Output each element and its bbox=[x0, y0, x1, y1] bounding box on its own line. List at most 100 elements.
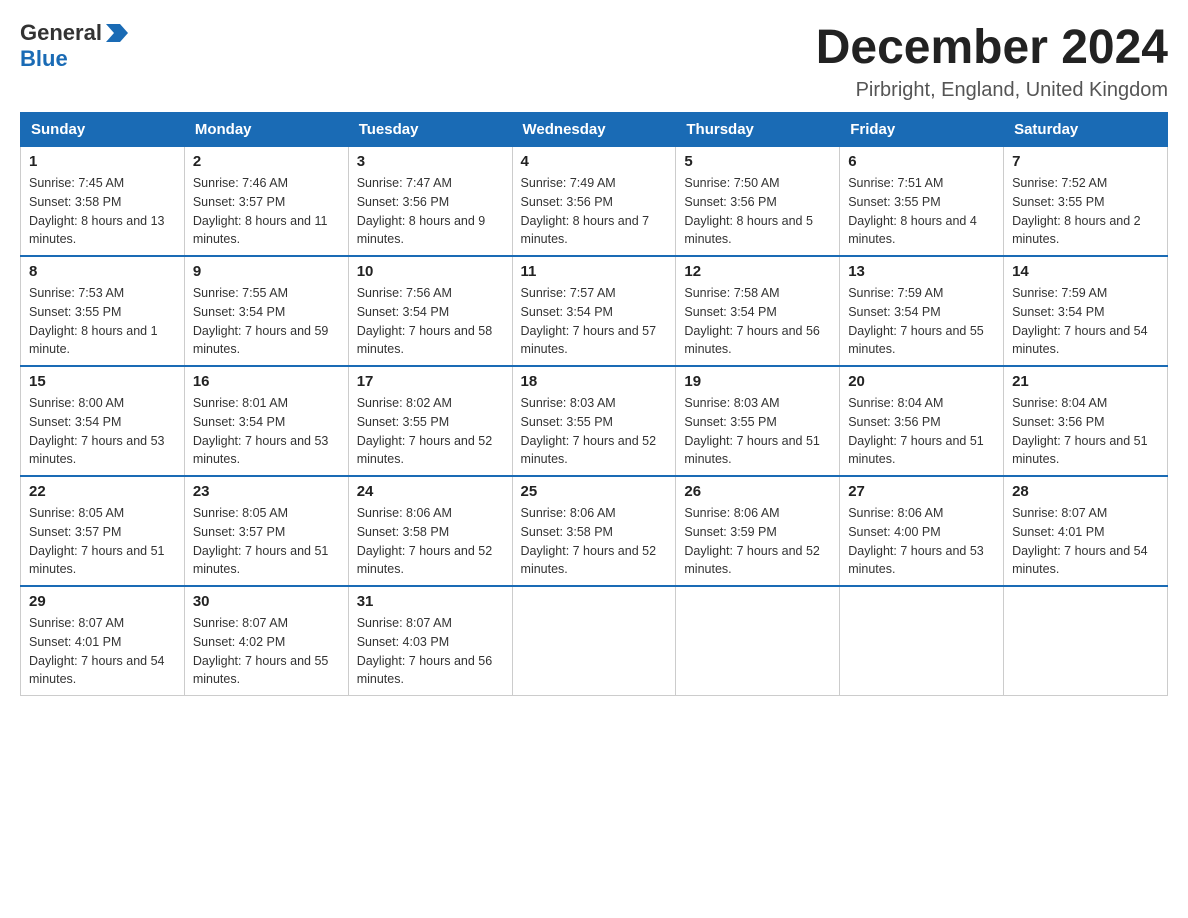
calendar-week-2: 8 Sunrise: 7:53 AMSunset: 3:55 PMDaylight… bbox=[21, 256, 1168, 366]
day-info: Sunrise: 8:06 AMSunset: 3:59 PMDaylight:… bbox=[684, 504, 831, 579]
calendar-cell: 4 Sunrise: 7:49 AMSunset: 3:56 PMDaylight… bbox=[512, 147, 676, 257]
calendar-cell: 28Sunrise: 8:07 AMSunset: 4:01 PMDayligh… bbox=[1004, 476, 1168, 586]
calendar-week-1: 1Sunrise: 7:45 AMSunset: 3:58 PMDaylight… bbox=[21, 147, 1168, 257]
day-info: Sunrise: 8:03 AMSunset: 3:55 PMDaylight:… bbox=[521, 394, 668, 469]
day-info: Sunrise: 7:45 AMSunset: 3:58 PMDaylight:… bbox=[29, 174, 176, 249]
day-number: 23 bbox=[193, 483, 340, 500]
day-number: 20 bbox=[848, 373, 995, 390]
day-number: 26 bbox=[684, 483, 831, 500]
calendar-cell bbox=[676, 586, 840, 696]
calendar-cell: 30 Sunrise: 8:07 AMSunset: 4:02 PMDayligh… bbox=[184, 586, 348, 696]
day-info: Sunrise: 8:05 AMSunset: 3:57 PMDaylight:… bbox=[29, 504, 176, 579]
day-info: Sunrise: 8:05 AMSunset: 3:57 PMDaylight:… bbox=[193, 504, 340, 579]
day-number: 22 bbox=[29, 483, 176, 500]
calendar-cell: 13Sunrise: 7:59 AMSunset: 3:54 PMDayligh… bbox=[840, 256, 1004, 366]
calendar-cell: 27 Sunrise: 8:06 AMSunset: 4:00 PMDayligh… bbox=[840, 476, 1004, 586]
calendar-cell: 10Sunrise: 7:56 AMSunset: 3:54 PMDayligh… bbox=[348, 256, 512, 366]
location: Pirbright, England, United Kingdom bbox=[816, 79, 1168, 102]
calendar-cell: 5 Sunrise: 7:50 AMSunset: 3:56 PMDaylight… bbox=[676, 147, 840, 257]
calendar-cell: 20 Sunrise: 8:04 AMSunset: 3:56 PMDayligh… bbox=[840, 366, 1004, 476]
header-thursday: Thursday bbox=[676, 113, 840, 147]
day-number: 16 bbox=[193, 373, 340, 390]
day-number: 13 bbox=[848, 263, 995, 280]
day-number: 18 bbox=[521, 373, 668, 390]
day-info: Sunrise: 8:06 AMSunset: 4:00 PMDaylight:… bbox=[848, 504, 995, 579]
day-number: 21 bbox=[1012, 373, 1159, 390]
day-info: Sunrise: 8:07 AMSunset: 4:03 PMDaylight:… bbox=[357, 614, 504, 689]
day-number: 17 bbox=[357, 373, 504, 390]
day-number: 25 bbox=[521, 483, 668, 500]
day-info: Sunrise: 8:07 AMSunset: 4:01 PMDaylight:… bbox=[1012, 504, 1159, 579]
day-info: Sunrise: 8:02 AMSunset: 3:55 PMDaylight:… bbox=[357, 394, 504, 469]
day-number: 6 bbox=[848, 153, 995, 170]
day-number: 4 bbox=[521, 153, 668, 170]
calendar-cell: 2Sunrise: 7:46 AMSunset: 3:57 PMDaylight… bbox=[184, 147, 348, 257]
calendar-cell bbox=[512, 586, 676, 696]
calendar-cell: 7Sunrise: 7:52 AMSunset: 3:55 PMDaylight… bbox=[1004, 147, 1168, 257]
day-info: Sunrise: 7:55 AMSunset: 3:54 PMDaylight:… bbox=[193, 284, 340, 359]
calendar-cell bbox=[1004, 586, 1168, 696]
logo-general-text: General bbox=[20, 20, 102, 46]
day-number: 24 bbox=[357, 483, 504, 500]
day-number: 3 bbox=[357, 153, 504, 170]
calendar-cell: 31Sunrise: 8:07 AMSunset: 4:03 PMDayligh… bbox=[348, 586, 512, 696]
day-info: Sunrise: 7:51 AMSunset: 3:55 PMDaylight:… bbox=[848, 174, 995, 249]
day-info: Sunrise: 7:52 AMSunset: 3:55 PMDaylight:… bbox=[1012, 174, 1159, 249]
day-number: 27 bbox=[848, 483, 995, 500]
title-block: December 2024 Pirbright, England, United… bbox=[816, 20, 1168, 102]
day-number: 5 bbox=[684, 153, 831, 170]
header-friday: Friday bbox=[840, 113, 1004, 147]
calendar-cell: 26 Sunrise: 8:06 AMSunset: 3:59 PMDayligh… bbox=[676, 476, 840, 586]
calendar-cell: 25 Sunrise: 8:06 AMSunset: 3:58 PMDayligh… bbox=[512, 476, 676, 586]
day-info: Sunrise: 7:57 AMSunset: 3:54 PMDaylight:… bbox=[521, 284, 668, 359]
day-number: 2 bbox=[193, 153, 340, 170]
day-number: 19 bbox=[684, 373, 831, 390]
day-number: 9 bbox=[193, 263, 340, 280]
calendar-cell: 21Sunrise: 8:04 AMSunset: 3:56 PMDayligh… bbox=[1004, 366, 1168, 476]
day-info: Sunrise: 8:04 AMSunset: 3:56 PMDaylight:… bbox=[848, 394, 995, 469]
day-number: 11 bbox=[521, 263, 668, 280]
day-number: 8 bbox=[29, 263, 176, 280]
header-monday: Monday bbox=[184, 113, 348, 147]
day-number: 10 bbox=[357, 263, 504, 280]
day-info: Sunrise: 7:59 AMSunset: 3:54 PMDaylight:… bbox=[1012, 284, 1159, 359]
calendar-cell: 22 Sunrise: 8:05 AMSunset: 3:57 PMDayligh… bbox=[21, 476, 185, 586]
day-info: Sunrise: 7:49 AMSunset: 3:56 PMDaylight:… bbox=[521, 174, 668, 249]
day-number: 15 bbox=[29, 373, 176, 390]
day-info: Sunrise: 8:03 AMSunset: 3:55 PMDaylight:… bbox=[684, 394, 831, 469]
day-info: Sunrise: 8:06 AMSunset: 3:58 PMDaylight:… bbox=[357, 504, 504, 579]
day-number: 14 bbox=[1012, 263, 1159, 280]
header-saturday: Saturday bbox=[1004, 113, 1168, 147]
logo-arrow-icon bbox=[106, 24, 128, 42]
header-tuesday: Tuesday bbox=[348, 113, 512, 147]
header-sunday: Sunday bbox=[21, 113, 185, 147]
calendar-week-3: 15 Sunrise: 8:00 AMSunset: 3:54 PMDayligh… bbox=[21, 366, 1168, 476]
calendar-cell: 8 Sunrise: 7:53 AMSunset: 3:55 PMDaylight… bbox=[21, 256, 185, 366]
logo: General Blue bbox=[20, 20, 128, 72]
calendar-cell: 6 Sunrise: 7:51 AMSunset: 3:55 PMDaylight… bbox=[840, 147, 1004, 257]
day-info: Sunrise: 8:07 AMSunset: 4:02 PMDaylight:… bbox=[193, 614, 340, 689]
day-number: 29 bbox=[29, 593, 176, 610]
calendar-header-row: SundayMondayTuesdayWednesdayThursdayFrid… bbox=[21, 113, 1168, 147]
calendar-cell: 17 Sunrise: 8:02 AMSunset: 3:55 PMDayligh… bbox=[348, 366, 512, 476]
calendar-cell bbox=[840, 586, 1004, 696]
calendar-cell: 15 Sunrise: 8:00 AMSunset: 3:54 PMDayligh… bbox=[21, 366, 185, 476]
day-number: 30 bbox=[193, 593, 340, 610]
calendar-cell: 29 Sunrise: 8:07 AMSunset: 4:01 PMDayligh… bbox=[21, 586, 185, 696]
calendar-week-5: 29 Sunrise: 8:07 AMSunset: 4:01 PMDayligh… bbox=[21, 586, 1168, 696]
calendar-cell: 11 Sunrise: 7:57 AMSunset: 3:54 PMDayligh… bbox=[512, 256, 676, 366]
calendar-week-4: 22 Sunrise: 8:05 AMSunset: 3:57 PMDayligh… bbox=[21, 476, 1168, 586]
calendar-cell: 19 Sunrise: 8:03 AMSunset: 3:55 PMDayligh… bbox=[676, 366, 840, 476]
calendar-cell: 12Sunrise: 7:58 AMSunset: 3:54 PMDayligh… bbox=[676, 256, 840, 366]
calendar-cell: 3Sunrise: 7:47 AMSunset: 3:56 PMDaylight… bbox=[348, 147, 512, 257]
calendar-cell: 18 Sunrise: 8:03 AMSunset: 3:55 PMDayligh… bbox=[512, 366, 676, 476]
day-info: Sunrise: 8:00 AMSunset: 3:54 PMDaylight:… bbox=[29, 394, 176, 469]
calendar-cell: 23 Sunrise: 8:05 AMSunset: 3:57 PMDayligh… bbox=[184, 476, 348, 586]
day-info: Sunrise: 8:06 AMSunset: 3:58 PMDaylight:… bbox=[521, 504, 668, 579]
header-wednesday: Wednesday bbox=[512, 113, 676, 147]
day-info: Sunrise: 7:53 AMSunset: 3:55 PMDaylight:… bbox=[29, 284, 176, 359]
day-info: Sunrise: 7:58 AMSunset: 3:54 PMDaylight:… bbox=[684, 284, 831, 359]
logo-blue-text: Blue bbox=[20, 46, 68, 72]
day-info: Sunrise: 8:07 AMSunset: 4:01 PMDaylight:… bbox=[29, 614, 176, 689]
day-info: Sunrise: 7:50 AMSunset: 3:56 PMDaylight:… bbox=[684, 174, 831, 249]
